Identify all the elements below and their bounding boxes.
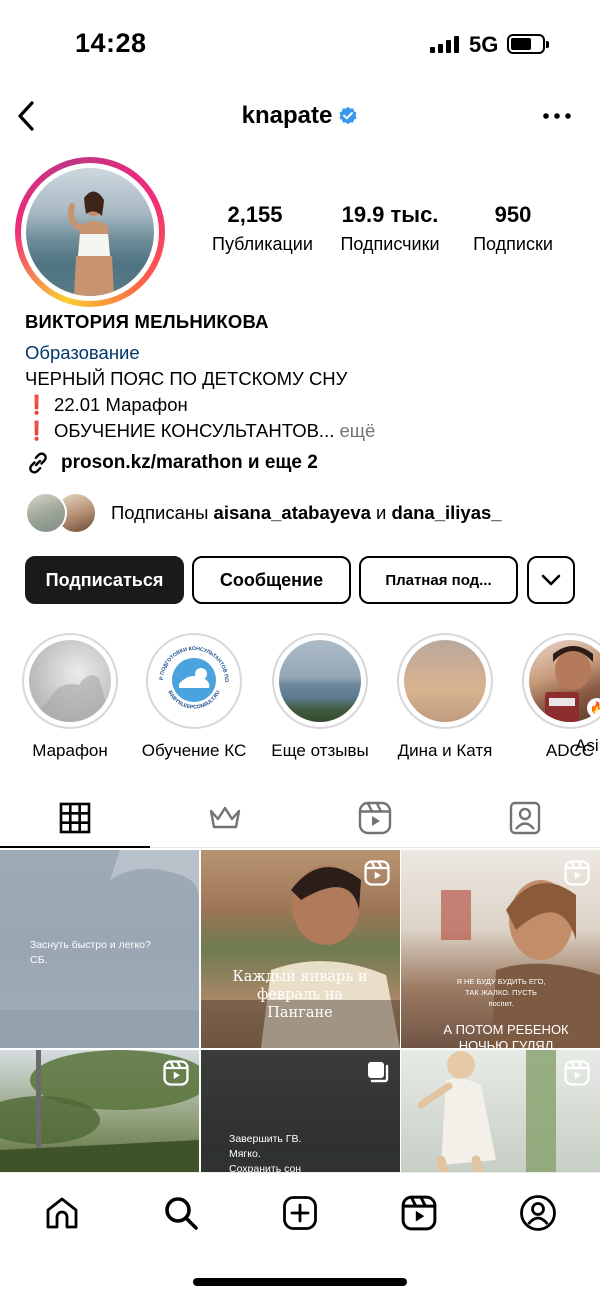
- profile-link[interactable]: proson.kz/marathon и еще 2: [25, 450, 318, 476]
- nav-search[interactable]: [151, 1191, 211, 1235]
- profile-avatar: [26, 168, 154, 296]
- nav-home[interactable]: [32, 1191, 92, 1235]
- bio-line: ❗ ОБУЧЕНИЕ КОНСУЛЬТАНТОВ... ещё: [25, 420, 376, 441]
- highlight-reviews[interactable]: Еще отзывы: [271, 633, 369, 760]
- reels-tab[interactable]: [300, 788, 450, 847]
- grid-icon: [59, 802, 91, 833]
- nav-reels[interactable]: [389, 1191, 449, 1235]
- link-text: proson.kz/marathon и еще 2: [61, 452, 318, 473]
- post-caption-small: Я НЕ БУДУ БУДИТЬ ЕГО, ТАК ЖАЛКО. ПУСТЬ п…: [456, 977, 546, 1008]
- followers-count: 19.9 тыс.: [341, 202, 439, 227]
- exclamation-icon: ❗: [25, 420, 49, 441]
- profile-tabs: [0, 788, 600, 848]
- highlight-dina-katya[interactable]: Дина и Катя: [397, 633, 493, 760]
- bottom-navigation: [0, 1172, 600, 1300]
- profile-name: ВИКТОРИЯ МЕЛЬНИКОВА: [25, 311, 269, 332]
- post-thumbnail[interactable]: Каждый январь и февраль на Пангане: [201, 850, 400, 1048]
- profile-category: Образование: [25, 342, 140, 363]
- username-title: knapate: [0, 102, 600, 130]
- highlight-label: Дина и Катя: [397, 741, 493, 760]
- profile-header: knapate: [0, 92, 600, 142]
- battery-icon: [507, 34, 549, 54]
- highlight-label: Еще отзывы: [271, 741, 369, 760]
- highlight-label: Обучение КС: [141, 741, 247, 760]
- profile-icon: [520, 1195, 556, 1231]
- reels-icon: [401, 1195, 437, 1231]
- fire-icon: 🔥: [587, 698, 600, 718]
- chevron-down-icon: [541, 574, 561, 586]
- followers-label: Подписчики: [340, 234, 440, 254]
- home-indicator[interactable]: [193, 1278, 407, 1286]
- reels-icon: [364, 860, 390, 886]
- username: knapate: [241, 102, 333, 129]
- following-label: Подписки: [473, 234, 553, 254]
- grid-tab[interactable]: [0, 788, 150, 848]
- post-thumbnail[interactable]: Заснуть быстро и легко? СБ.: [0, 850, 199, 1048]
- message-button[interactable]: Сообщение: [192, 556, 351, 604]
- reels-icon: [163, 1060, 189, 1086]
- reels-icon: [564, 860, 590, 886]
- post-thumbnail[interactable]: Я НЕ БУДУ БУДИТЬ ЕГО, ТАК ЖАЛКО. ПУСТЬ п…: [401, 850, 600, 1048]
- link-icon: [29, 452, 47, 474]
- post-caption: Каждый январь и февраль на Пангане: [232, 969, 368, 1021]
- followed-by-text: Подписаны aisana_atabayeva и dana_iliyas…: [111, 502, 502, 523]
- more-horizontal-icon: [543, 113, 571, 119]
- status-bar: 14:28 5G: [0, 0, 600, 90]
- followed-by[interactable]: Подписаны aisana_atabayeva и dana_iliyas…: [25, 492, 502, 534]
- posts-label: Публикации: [212, 234, 313, 254]
- profile-bio: ВИКТОРИЯ МЕЛЬНИКОВА Образование ЧЕРНЫЙ П…: [25, 311, 585, 440]
- home-icon: [46, 1197, 78, 1229]
- create-post-icon: [283, 1196, 317, 1230]
- paid-subscription-button[interactable]: Платная под...: [359, 556, 518, 604]
- reels-icon: [358, 801, 392, 834]
- posts-count: 2,155: [227, 202, 283, 227]
- exclamation-icon: ❗: [25, 394, 49, 415]
- nav-create[interactable]: [270, 1191, 330, 1235]
- bio-more-link[interactable]: ещё: [340, 420, 376, 441]
- network-type: 5G: [469, 32, 499, 57]
- crown-icon: [209, 806, 241, 828]
- highlight-label: Asi: [575, 736, 599, 755]
- following-count: 950: [494, 202, 532, 227]
- profile-avatar-story-ring[interactable]: [15, 157, 165, 307]
- suggested-accounts-button[interactable]: [527, 556, 575, 604]
- carousel-icon: [368, 1062, 389, 1083]
- more-options-button[interactable]: [540, 104, 574, 128]
- follower-username: dana_iliyas_: [391, 502, 502, 523]
- highlight-label: Марафон: [32, 741, 108, 760]
- post-caption: А ПОТОМ РЕБЕНОК НОЧЬЮ ГУЛЯЛ: [443, 1022, 569, 1048]
- tagged-tab[interactable]: [450, 788, 600, 847]
- follower-avatar: [25, 492, 67, 534]
- search-icon: [165, 1197, 198, 1230]
- highlight-adcc[interactable]: 🔥 ADCC: [522, 633, 600, 760]
- bio-line: ❗ 22.01 Марафон: [25, 394, 188, 415]
- highlight-marathon[interactable]: Марафон: [22, 633, 118, 760]
- bio-line: ЧЕРНЫЙ ПОЯС ПО ДЕТСКОМУ СНУ: [25, 368, 348, 389]
- status-time: 14:28: [75, 28, 147, 58]
- nav-profile[interactable]: [508, 1191, 568, 1235]
- follow-button[interactable]: Подписаться: [25, 556, 184, 604]
- stat-followers[interactable]: 19.9 тыс. Подписчики: [334, 202, 446, 255]
- tagged-user-icon: [509, 801, 541, 834]
- verified-badge-icon: [339, 106, 357, 125]
- follower-username: aisana_atabayeva: [213, 502, 371, 523]
- subscriptions-tab[interactable]: [150, 788, 300, 847]
- post-caption: Завершить ГВ. Мягко. Сохранить сон: [229, 1133, 302, 1175]
- post-caption: Заснуть быстро и легко? СБ.: [30, 939, 151, 966]
- reels-icon: [564, 1060, 590, 1086]
- cellular-signal-icon: [430, 36, 459, 53]
- stat-following[interactable]: 950 Подписки: [463, 202, 563, 255]
- highlight-training[interactable]: ЦЕНТР ПОДГОТОВКИ КОНСУЛЬТАНТОВ ПО СНУ BA…: [142, 633, 246, 760]
- stat-posts[interactable]: 2,155 Публикации: [212, 202, 313, 255]
